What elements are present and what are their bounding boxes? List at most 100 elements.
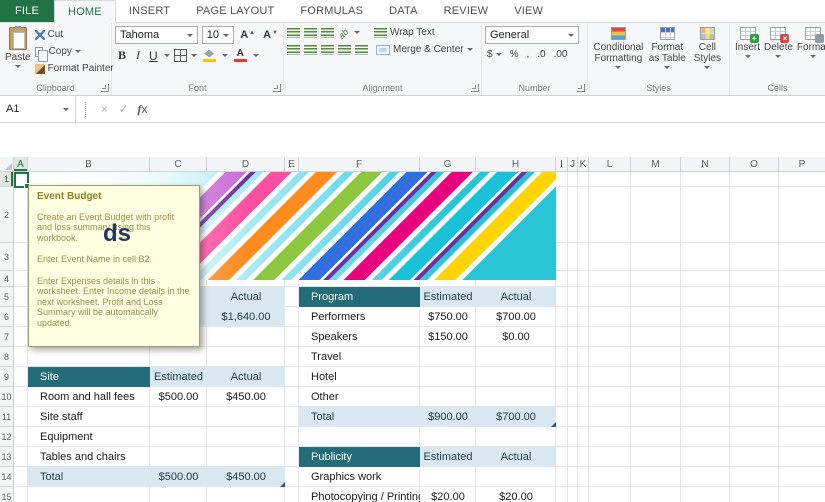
grid-cell[interactable] <box>476 427 556 447</box>
grid-cell[interactable] <box>150 487 207 502</box>
grid-cell[interactable] <box>631 387 681 407</box>
grid-cell[interactable] <box>578 367 589 387</box>
grid-cell[interactable] <box>556 243 568 271</box>
grid-cell[interactable] <box>568 347 578 367</box>
row-header-7[interactable]: 7 <box>0 327 14 347</box>
grid-cell[interactable] <box>556 447 568 467</box>
grid-cell[interactable] <box>589 367 631 387</box>
grid-cell[interactable] <box>779 287 825 307</box>
font-color-button[interactable]: A <box>232 49 249 62</box>
column-header-K[interactable]: K <box>578 157 589 172</box>
row-header-8[interactable]: 8 <box>0 347 14 367</box>
copy-button[interactable]: Copy <box>33 45 116 58</box>
site-row-label[interactable]: Site staff <box>28 407 150 427</box>
grid-cell[interactable] <box>420 347 476 367</box>
grid-cell[interactable] <box>589 447 631 467</box>
program-table-title[interactable]: Program <box>299 287 420 307</box>
grid-cell[interactable] <box>681 271 730 287</box>
orientation-button[interactable]: ab <box>336 25 352 41</box>
grid-cell[interactable] <box>568 187 578 243</box>
program-estimated-header[interactable]: Estimated <box>420 287 476 307</box>
grid-cell[interactable] <box>631 427 681 447</box>
grid-cell[interactable] <box>556 487 568 502</box>
grid-cell[interactable] <box>631 467 681 487</box>
grid-cell[interactable] <box>730 307 779 327</box>
row-header-6[interactable]: 6 <box>0 307 14 327</box>
row-header-10[interactable]: 10 <box>0 387 14 407</box>
site-row-label[interactable]: Room and hall fees <box>28 387 150 407</box>
align-left-button[interactable] <box>287 45 300 55</box>
name-box[interactable]: A1 <box>0 96 76 122</box>
grid-cell[interactable] <box>207 447 285 467</box>
grid-cell[interactable] <box>14 327 28 347</box>
publicity-row-label[interactable]: Graphics work <box>299 467 420 487</box>
conditional-formatting-button[interactable]: Conditional Formatting <box>591 24 646 69</box>
grid-cell[interactable] <box>14 243 28 271</box>
font-dialog-launcher[interactable] <box>273 84 281 92</box>
grid-cell[interactable] <box>730 427 779 447</box>
grid-cell[interactable] <box>779 347 825 367</box>
grid-cell[interactable] <box>556 287 568 307</box>
wrap-text-button[interactable]: Wrap Text <box>372 26 437 39</box>
grid-cell[interactable] <box>681 447 730 467</box>
grid-cell[interactable] <box>568 427 578 447</box>
program-row-label[interactable]: Hotel <box>299 367 420 387</box>
column-header-D[interactable]: D <box>207 157 285 172</box>
grid-cell[interactable] <box>578 347 589 367</box>
grid-cell[interactable] <box>207 407 285 427</box>
grid-cell[interactable] <box>207 347 285 367</box>
row-header-15[interactable]: 15 <box>0 487 14 502</box>
column-header-F[interactable]: F <box>299 157 420 172</box>
increase-font-size-button[interactable]: A▲ <box>238 29 257 41</box>
row-header-1[interactable]: 1 <box>0 172 14 187</box>
grid-cell[interactable] <box>285 367 299 387</box>
column-header-C[interactable]: C <box>150 157 207 172</box>
decrease-decimal-button[interactable]: .00 <box>552 48 570 61</box>
grid-cell[interactable] <box>420 367 476 387</box>
grid-cell[interactable] <box>589 172 631 187</box>
grid-cell[interactable] <box>631 347 681 367</box>
publicity-estimated-header[interactable]: Estimated <box>420 447 476 467</box>
program-row-estimated[interactable]: $750.00 <box>420 307 476 327</box>
grid-cell[interactable] <box>589 487 631 502</box>
publicity-actual-header[interactable]: Actual <box>476 447 556 467</box>
grid-cell[interactable] <box>14 347 28 367</box>
grid-cell[interactable] <box>681 243 730 271</box>
tab-review[interactable]: REVIEW <box>431 0 502 22</box>
grid-cell[interactable] <box>14 467 28 487</box>
borders-button[interactable] <box>174 49 187 62</box>
grid-cell[interactable] <box>14 447 28 467</box>
row-header-12[interactable]: 12 <box>0 427 14 447</box>
site-actual-header[interactable]: Actual <box>207 367 285 387</box>
grid-cell[interactable] <box>681 172 730 187</box>
row-header-14[interactable]: 14 <box>0 467 14 487</box>
grid-cell[interactable] <box>556 347 568 367</box>
format-cells-button[interactable]: Format <box>795 24 825 58</box>
grid-cell[interactable] <box>631 367 681 387</box>
fill-color-button[interactable] <box>201 50 218 62</box>
grid-cell[interactable] <box>285 307 299 327</box>
grid-cell[interactable] <box>631 407 681 427</box>
paste-button[interactable]: Paste <box>3 24 33 68</box>
grid-cell[interactable] <box>730 487 779 502</box>
grid-cell[interactable] <box>28 347 150 367</box>
merge-center-button[interactable]: Merge & Center <box>374 43 475 56</box>
grid-cell[interactable] <box>681 287 730 307</box>
grid-cell[interactable] <box>779 427 825 447</box>
grid-cell[interactable] <box>730 287 779 307</box>
row-header-2[interactable]: 2 <box>0 187 14 243</box>
grid-cell[interactable] <box>681 407 730 427</box>
grid-cell[interactable] <box>28 487 150 502</box>
grid-cell[interactable] <box>207 427 285 447</box>
site-row-label[interactable]: Equipment <box>28 427 150 447</box>
program-actual-header[interactable]: Actual <box>476 287 556 307</box>
row-header-3[interactable]: 3 <box>0 243 14 271</box>
row-header-9[interactable]: 9 <box>0 367 14 387</box>
tab-file[interactable]: FILE <box>0 0 54 22</box>
grid-cell[interactable] <box>578 387 589 407</box>
grid-cell[interactable] <box>568 271 578 287</box>
grid-cell[interactable] <box>14 287 28 307</box>
grid-cell[interactable] <box>681 187 730 243</box>
column-header-E[interactable]: E <box>285 157 299 172</box>
grid-cell[interactable] <box>631 487 681 502</box>
